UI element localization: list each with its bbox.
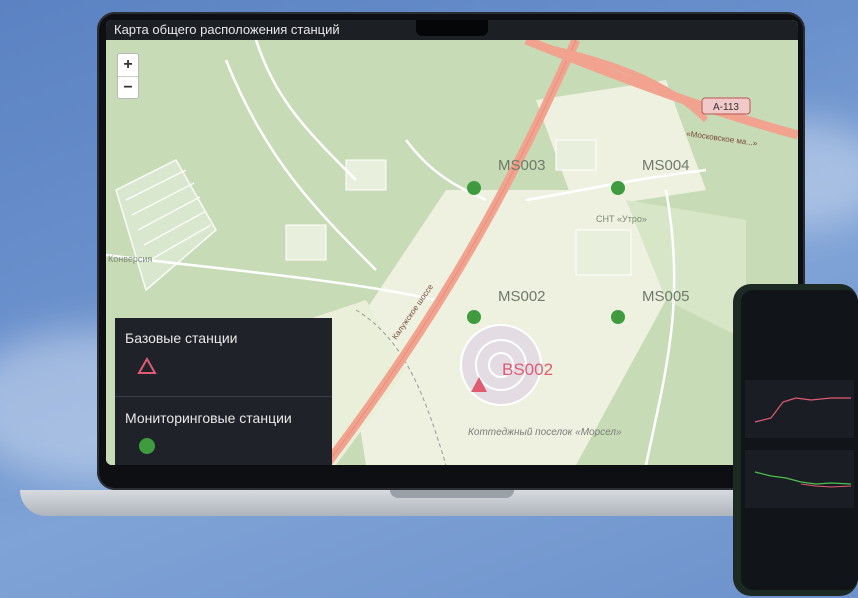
station-label-ms002: MS002 [498, 288, 546, 305]
monitoring-station-marker[interactable] [467, 310, 481, 324]
camera-notch [416, 20, 488, 36]
zoom-control: + − [117, 53, 139, 99]
zoom-in-button[interactable]: + [118, 54, 138, 77]
monitoring-station-marker[interactable] [611, 181, 625, 195]
station-label-bs002: BS002 [502, 360, 554, 379]
monitoring-station-marker[interactable] [611, 310, 625, 324]
station-label-ms004: MS004 [642, 157, 690, 174]
zoom-out-button[interactable]: − [118, 77, 138, 99]
place-label-snt: СНТ «Утро» [596, 214, 647, 224]
station-label-ms005: MS005 [642, 288, 690, 305]
laptop-base-notch [390, 490, 514, 498]
place-label-konversia: Конверсия [108, 254, 152, 264]
phone-screen [741, 290, 858, 590]
station-label-ms003: MS003 [498, 157, 546, 174]
triangle-outline-icon [137, 356, 157, 374]
legend-base-title: Базовые станции [125, 330, 238, 346]
monitoring-station-marker[interactable] [467, 181, 481, 195]
road-sign-a113: А-113 [701, 97, 751, 115]
place-label-kottedzh: Коттеджный поселок «Морсел» [468, 427, 622, 438]
road-label-a113: А-113 [713, 102, 739, 113]
legend-monitoring-title: Мониторинговые станции [125, 410, 292, 426]
laptop-screen: Карта общего расположения станций А-113 … [106, 20, 798, 465]
circle-icon [139, 438, 155, 454]
map-legend: Базовые станции Мониторинговые станции [115, 318, 332, 465]
